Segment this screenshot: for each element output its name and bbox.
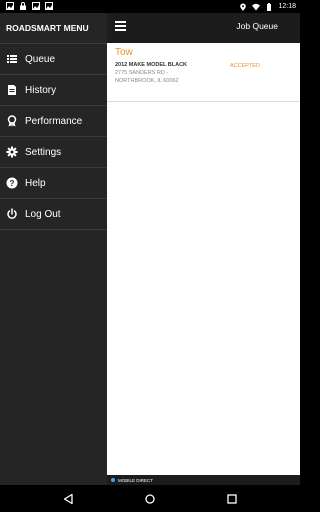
battery-icon bbox=[265, 2, 273, 11]
recents-icon[interactable] bbox=[226, 492, 238, 504]
power-icon bbox=[6, 208, 18, 220]
help-icon: ? bbox=[6, 177, 18, 189]
status-bar: 12:18 bbox=[0, 0, 300, 13]
sidebar-item-history[interactable]: History bbox=[0, 75, 107, 106]
gear-icon bbox=[6, 146, 18, 158]
photo-notification-icon-3 bbox=[45, 2, 53, 10]
status-badge: ACCEPTED bbox=[230, 63, 260, 69]
lock-notification-icon bbox=[19, 2, 27, 10]
navigation-drawer: ROADSMART MENU Queue History Performance… bbox=[0, 13, 107, 475]
sidebar-item-log-out[interactable]: Log Out bbox=[0, 199, 107, 230]
sidebar-item-performance[interactable]: Performance bbox=[0, 106, 107, 137]
sidebar-item-label: History bbox=[25, 84, 57, 96]
sidebar-item-queue[interactable]: Queue bbox=[0, 44, 107, 75]
connection-status-bar: MOBILE DIRECT bbox=[107, 475, 300, 485]
job-address: 2775 SANDERS RD - bbox=[115, 70, 169, 76]
job-vehicle: 2012 MAKE MODEL BLACK bbox=[115, 62, 188, 68]
sidebar-item-label: Help bbox=[25, 177, 46, 189]
sidebar-item-label: Queue bbox=[25, 53, 56, 65]
job-list-item[interactable]: Tow 2012 MAKE MODEL BLACK 2775 SANDERS R… bbox=[107, 43, 300, 102]
home-icon[interactable] bbox=[144, 492, 156, 504]
wifi-icon bbox=[252, 3, 261, 11]
award-icon bbox=[6, 115, 18, 127]
main-content: Job Queue Tow 2012 MAKE MODEL BLACK 2775… bbox=[107, 13, 300, 475]
clock: 12:18 bbox=[278, 3, 296, 10]
page-title: Job Queue bbox=[236, 21, 278, 31]
job-type: Tow bbox=[115, 47, 133, 58]
svg-text:?: ? bbox=[10, 179, 15, 188]
system-navigation-bar bbox=[0, 485, 300, 512]
sidebar-item-label: Settings bbox=[25, 146, 62, 158]
back-icon[interactable] bbox=[62, 492, 74, 505]
connection-indicator-icon bbox=[111, 478, 115, 482]
sidebar-item-label: Performance bbox=[25, 115, 83, 127]
photo-notification-icon-2 bbox=[32, 2, 40, 10]
drawer-footer bbox=[0, 475, 107, 485]
sidebar-item-help[interactable]: ? Help bbox=[0, 168, 107, 199]
sidebar-item-settings[interactable]: Settings bbox=[0, 137, 107, 168]
menu-icon[interactable] bbox=[115, 21, 126, 31]
connection-label: MOBILE DIRECT bbox=[118, 477, 154, 483]
toolbar: Job Queue bbox=[107, 13, 300, 43]
job-city: NORTHBROOK, IL 60062 bbox=[115, 78, 179, 84]
list-icon bbox=[6, 53, 18, 65]
location-icon bbox=[239, 3, 247, 11]
photo-notification-icon bbox=[6, 2, 14, 10]
drawer-title: ROADSMART MENU bbox=[0, 13, 107, 44]
document-icon bbox=[6, 84, 18, 96]
sidebar-item-label: Log Out bbox=[25, 208, 61, 220]
